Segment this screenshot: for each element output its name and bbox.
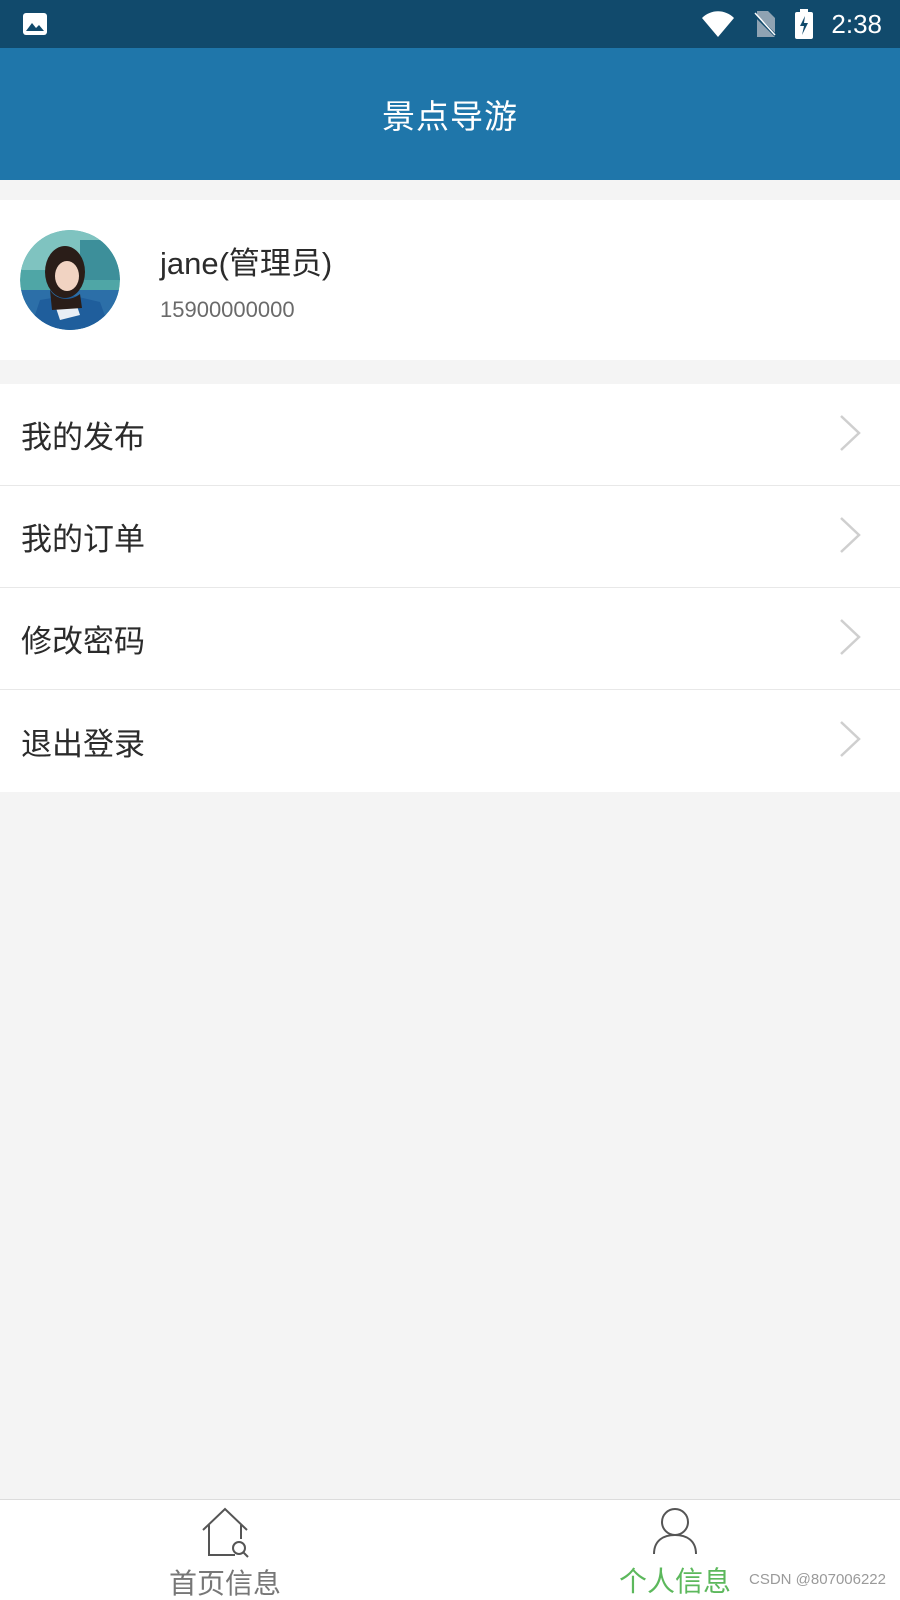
tab-profile-label: 个人信息	[618, 1565, 731, 1598]
status-time: 2:38	[831, 8, 882, 39]
status-left	[22, 12, 701, 36]
menu-list: 我的发布 我的订单 修改密码 退出登录	[0, 384, 900, 792]
menu-item-label: 我的发布	[21, 420, 145, 456]
no-sim-icon	[753, 10, 778, 38]
chevron-right-icon	[838, 414, 862, 456]
status-right: 2:38	[701, 9, 882, 40]
profile-info: jane(管理员) 15900000000	[160, 238, 332, 323]
profile-phone: 15900000000	[160, 296, 295, 322]
menu-item-label: 退出登录	[21, 726, 145, 763]
home-search-icon	[199, 1506, 251, 1562]
battery-charging-icon	[795, 9, 814, 39]
status-bar: 2:38	[0, 0, 900, 48]
image-icon	[22, 12, 48, 36]
tab-home-label: 首页信息	[168, 1567, 281, 1600]
watermark: CSDN @807006222	[749, 1571, 886, 1588]
menu-item-label: 我的订单	[21, 522, 145, 558]
avatar[interactable]	[20, 230, 120, 330]
menu-item-my-orders[interactable]: 我的订单	[0, 486, 900, 588]
person-icon	[651, 1506, 699, 1560]
profile-card[interactable]: jane(管理员) 15900000000	[0, 200, 900, 360]
profile-name: jane(管理员)	[160, 245, 333, 281]
chevron-right-icon	[838, 618, 862, 660]
chevron-right-icon	[838, 720, 862, 762]
wifi-icon	[701, 10, 735, 38]
chevron-right-icon	[838, 516, 862, 558]
menu-item-logout[interactable]: 退出登录	[0, 690, 900, 792]
menu-item-change-password[interactable]: 修改密码	[0, 588, 900, 690]
page-title: 景点导游	[382, 97, 518, 136]
tab-home[interactable]: 首页信息	[0, 1500, 450, 1600]
app-header: 景点导游	[0, 48, 900, 180]
menu-item-my-posts[interactable]: 我的发布	[0, 384, 900, 486]
menu-item-label: 修改密码	[21, 624, 145, 660]
